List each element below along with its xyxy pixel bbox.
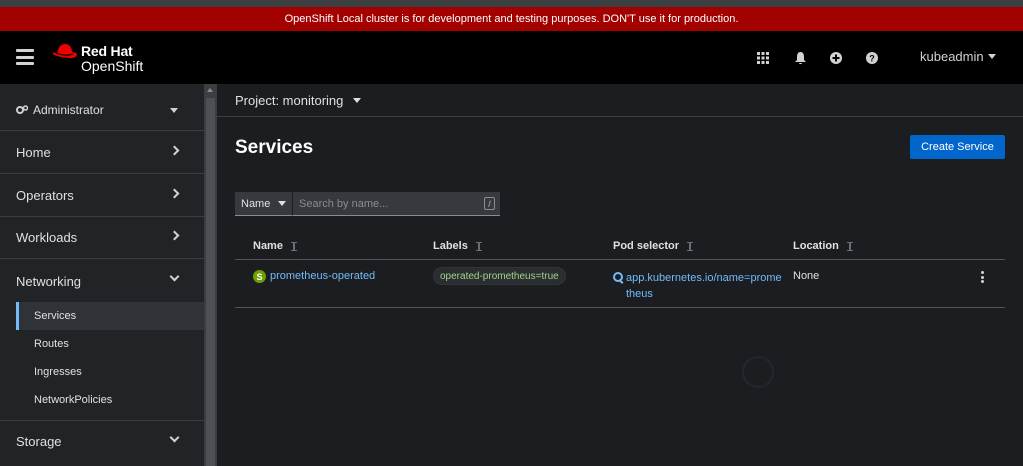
cogs-icon [16,105,28,114]
location-value: None [793,270,820,282]
sort-icon [475,241,482,251]
column-header-labels[interactable]: Labels [433,240,482,252]
masthead: Red Hat OpenShift ? kubeadmin [0,31,1023,84]
nav-item-label: NetworkPolicies [34,394,113,406]
table-header: Name Labels Pod selector Location [235,232,1005,260]
column-header-pod-selector[interactable]: Pod selector [613,240,694,252]
column-label: Labels [433,240,468,252]
nav-section-label: Workloads [16,230,78,245]
loading-spinner-icon [742,356,774,388]
hamburger-menu-icon[interactable] [16,49,34,65]
project-selector[interactable]: Project: monitoring [235,92,362,108]
caret-down-icon [170,108,178,113]
cluster-warning-banner: OpenShift Local cluster is for developme… [0,7,1023,31]
label-chip[interactable]: operated-prometheus=true [433,267,566,285]
create-service-button[interactable]: Create Service [910,135,1005,159]
perspective-label: Administrator [33,103,104,117]
selector-text-line2: theus [626,288,653,300]
nav-item-label: Routes [34,338,69,350]
caret-down-icon [987,54,996,59]
project-label: Project: monitoring [235,92,344,108]
project-bar: Project: monitoring [217,84,1023,117]
user-name: kubeadmin [920,49,984,64]
svg-text:?: ? [869,54,875,64]
service-name-link[interactable]: prometheus-operated [270,270,375,282]
nav-section-networking[interactable]: Networking [0,260,204,302]
page-title: Services [235,137,314,158]
chevron-down-icon [169,271,180,282]
nav-section-home[interactable]: Home [0,132,204,174]
scroll-up-arrow-icon[interactable] [207,88,213,92]
scrollbar-thumb[interactable] [206,98,215,466]
nav-item-routes[interactable]: Routes [16,330,204,358]
nav-item-label: Ingresses [34,366,82,378]
nav-item-label: Services [34,310,77,322]
kebab-menu-icon[interactable] [981,271,985,283]
sidebar-scrollbar[interactable] [204,84,217,466]
redhat-hat-icon [52,44,77,58]
column-label: Location [793,240,839,252]
chevron-down-icon [169,432,180,443]
table-row: S prometheus-operated operated-prometheu… [235,261,1005,308]
nav-section-storage[interactable]: Storage [0,420,204,461]
selector-text-line1: app.kubernetes.io/name=prome [626,272,782,284]
nav-item-ingresses[interactable]: Ingresses [16,358,204,386]
user-menu[interactable]: kubeadmin [920,49,996,64]
nav-section-label: Storage [16,433,62,449]
nav-section-operators[interactable]: Operators [0,175,204,217]
apps-grid-icon[interactable] [756,51,770,65]
filter-type-dropdown[interactable]: Name [235,192,292,216]
sort-icon [687,241,694,251]
chevron-right-icon [169,230,180,241]
nav-item-networkpolicies[interactable]: NetworkPolicies [16,386,204,414]
nav-section-label: Operators [16,188,74,203]
chevron-right-icon [169,188,180,199]
nav-section-workloads[interactable]: Workloads [0,217,204,259]
pod-selector-link[interactable]: app.kubernetes.io/name=prome theus [613,270,783,302]
bell-icon[interactable] [793,51,807,65]
sort-icon [846,241,853,251]
main-content: Project: monitoring Services Create Serv… [217,84,1023,466]
sort-icon [290,241,297,251]
search-icon [613,272,623,282]
filter-toolbar: Name Search by name... / [235,192,500,216]
sidebar: Administrator Home Operators Workloads N… [0,84,204,466]
chevron-right-icon [169,145,180,156]
window-top-strip [0,0,1023,7]
column-header-location[interactable]: Location [793,240,853,252]
brand-line1: Red Hat [81,43,133,59]
nav-section-label: Home [16,145,51,160]
nav-section-label: Networking [16,273,82,289]
perspective-switcher[interactable]: Administrator [0,90,204,131]
nav-item-services[interactable]: Services [16,302,204,330]
search-placeholder: Search by name... [299,197,389,210]
filter-type-label: Name [241,197,271,210]
help-icon[interactable]: ? [865,51,879,65]
search-input[interactable]: Search by name... / [292,192,500,216]
brand-line2: OpenShift [81,58,144,74]
column-label: Name [253,240,283,252]
plus-circle-icon[interactable] [829,51,843,65]
caret-down-icon [353,97,362,103]
column-header-name[interactable]: Name [253,240,297,252]
keyboard-shortcut-hint: / [484,197,495,210]
caret-down-icon [278,201,287,206]
banner-text: OpenShift Local cluster is for developme… [284,13,739,25]
service-resource-badge: S [253,270,266,283]
column-label: Pod selector [613,240,680,252]
